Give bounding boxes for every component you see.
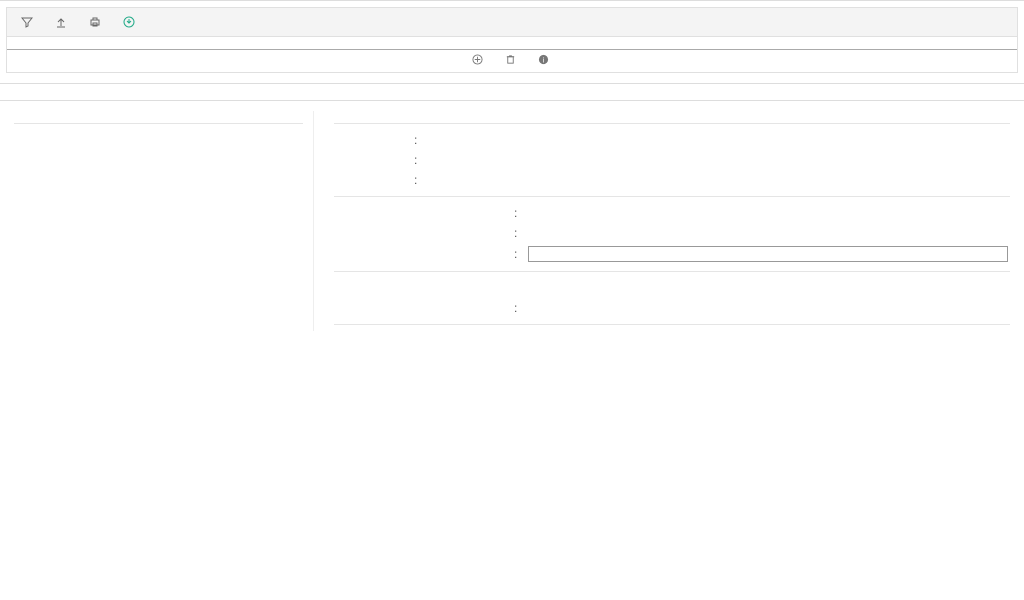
add-button[interactable] <box>472 54 486 65</box>
info-button[interactable]: i <box>538 54 552 65</box>
delete-button[interactable] <box>505 54 519 65</box>
export-button[interactable] <box>55 16 71 28</box>
downloads-table <box>6 37 1018 50</box>
download-firmware-button[interactable] <box>123 16 139 28</box>
details-panel: : : : : : : <box>0 101 1024 351</box>
download-icon <box>123 16 135 28</box>
print-icon <box>89 16 101 28</box>
progress-bar <box>528 246 1008 262</box>
server-label <box>334 153 414 167</box>
table-action-bar: i <box>6 50 1018 73</box>
advanced-filter-button[interactable] <box>21 16 37 28</box>
table-toolbar <box>6 7 1018 37</box>
details-title <box>0 83 1024 100</box>
protocol-label <box>334 133 414 147</box>
plus-icon <box>472 54 483 65</box>
actions-column <box>14 111 314 331</box>
properties-column: : : : : : : <box>334 111 1010 331</box>
remote-result-label <box>334 301 514 315</box>
info-icon: i <box>538 54 549 65</box>
print-button[interactable] <box>89 16 105 28</box>
top-tabs <box>0 0 1024 1</box>
action-delete[interactable] <box>14 130 303 138</box>
action-restart-download <box>14 138 303 146</box>
filename-label <box>334 173 414 187</box>
trash-icon <box>505 54 516 65</box>
size-label <box>334 226 514 240</box>
export-icon <box>55 16 67 28</box>
current-task-text <box>334 278 1010 298</box>
filter-icon <box>21 16 33 28</box>
transfer-state-label <box>334 206 514 220</box>
table-header <box>7 37 1017 50</box>
